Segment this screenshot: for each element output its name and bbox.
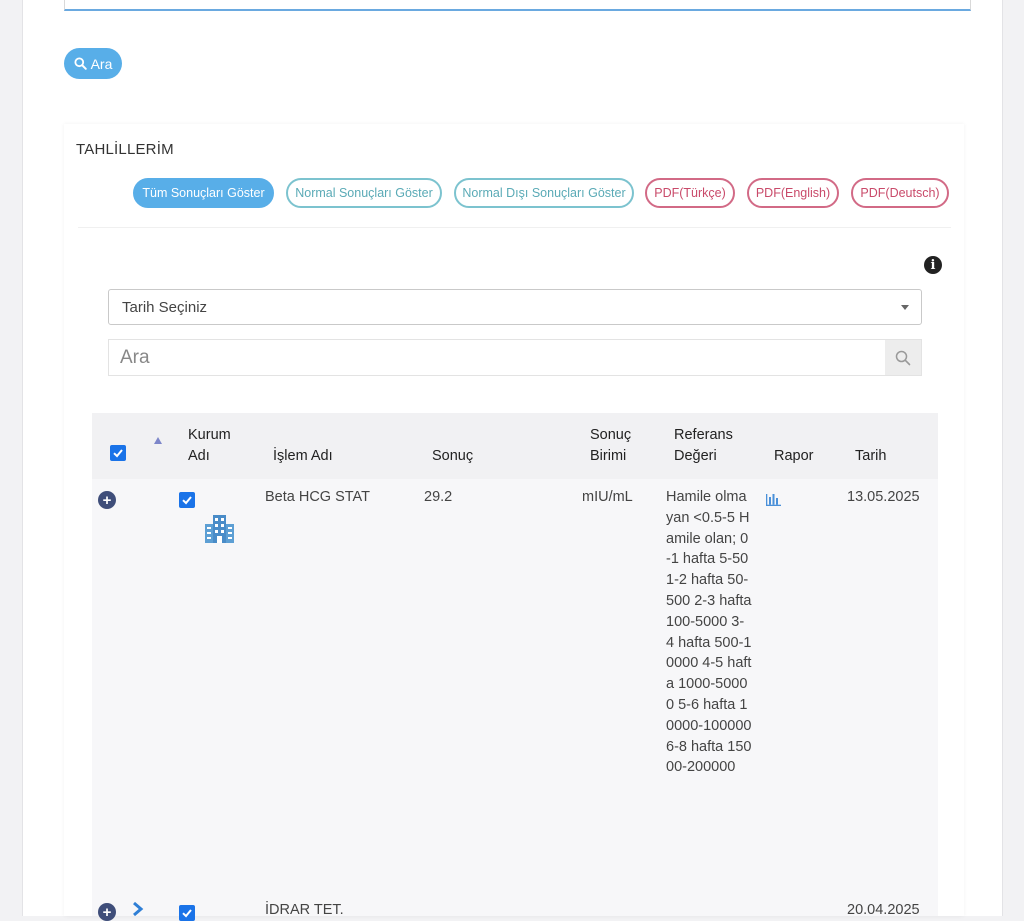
column-header-kurum[interactable]: Kurum Adı <box>188 425 248 467</box>
column-header-referans[interactable]: Referans Değeri <box>674 425 744 467</box>
search-icon <box>895 350 911 365</box>
bar-chart-icon[interactable] <box>766 492 781 506</box>
cell-islem: Beta HCG STAT <box>265 489 371 505</box>
table-search-button[interactable] <box>885 340 921 375</box>
column-header-birim[interactable]: Sonuç Birimi <box>590 425 650 467</box>
cell-sonuc: 29.2 <box>424 489 453 505</box>
show-abnormal-results-button[interactable]: Normal Dışı Sonuçları Göster <box>454 178 634 208</box>
select-all-checkbox[interactable] <box>110 445 126 461</box>
expand-row-button[interactable]: + <box>98 491 116 509</box>
date-select[interactable]: Tarih Seçiniz <box>108 289 922 325</box>
search-icon <box>74 57 87 70</box>
chevron-right-icon[interactable] <box>131 901 145 917</box>
table-search-input[interactable] <box>109 340 885 375</box>
search-button[interactable]: Ara <box>64 48 122 79</box>
row-checkbox[interactable] <box>179 492 195 508</box>
results-table <box>92 413 938 916</box>
cell-islem: İDRAR TET. <box>265 902 344 918</box>
date-select-value: Tarih Seçiniz <box>122 298 208 316</box>
pdf-english-button[interactable]: PDF(English) <box>747 178 839 208</box>
column-header-islem[interactable]: İşlem Adı <box>273 446 333 467</box>
table-search <box>108 339 922 376</box>
panel-title: TAHLİLLERİM <box>76 141 174 158</box>
info-icon[interactable]: i <box>924 256 942 274</box>
expand-row-button[interactable]: + <box>98 903 116 921</box>
show-normal-results-button[interactable]: Normal Sonuçları Göster <box>286 178 442 208</box>
pdf-turkish-button[interactable]: PDF(Türkçe) <box>645 178 735 208</box>
column-header-sonuc[interactable]: Sonuç <box>432 446 473 467</box>
column-header-tarih[interactable]: Tarih <box>855 446 886 467</box>
cell-tarih: 13.05.2025 <box>847 489 920 505</box>
hospital-building-icon <box>205 515 234 543</box>
show-all-results-button[interactable]: Tüm Sonuçları Göster <box>133 178 274 208</box>
column-header-rapor[interactable]: Rapor <box>774 446 814 467</box>
search-button-label: Ara <box>90 55 113 72</box>
sort-asc-icon[interactable] <box>154 437 162 444</box>
top-input-field[interactable] <box>64 0 971 11</box>
panel-divider <box>78 227 951 228</box>
caret-down-icon <box>901 305 909 310</box>
cell-birim: mIU/mL <box>582 489 633 505</box>
row-checkbox[interactable] <box>179 905 195 921</box>
cell-referans: Hamile olmayan <0.5-5 Hamile olan; 0-1 h… <box>666 489 752 776</box>
cell-tarih: 20.04.2025 <box>847 902 920 918</box>
pdf-german-button[interactable]: PDF(Deutsch) <box>851 178 949 208</box>
